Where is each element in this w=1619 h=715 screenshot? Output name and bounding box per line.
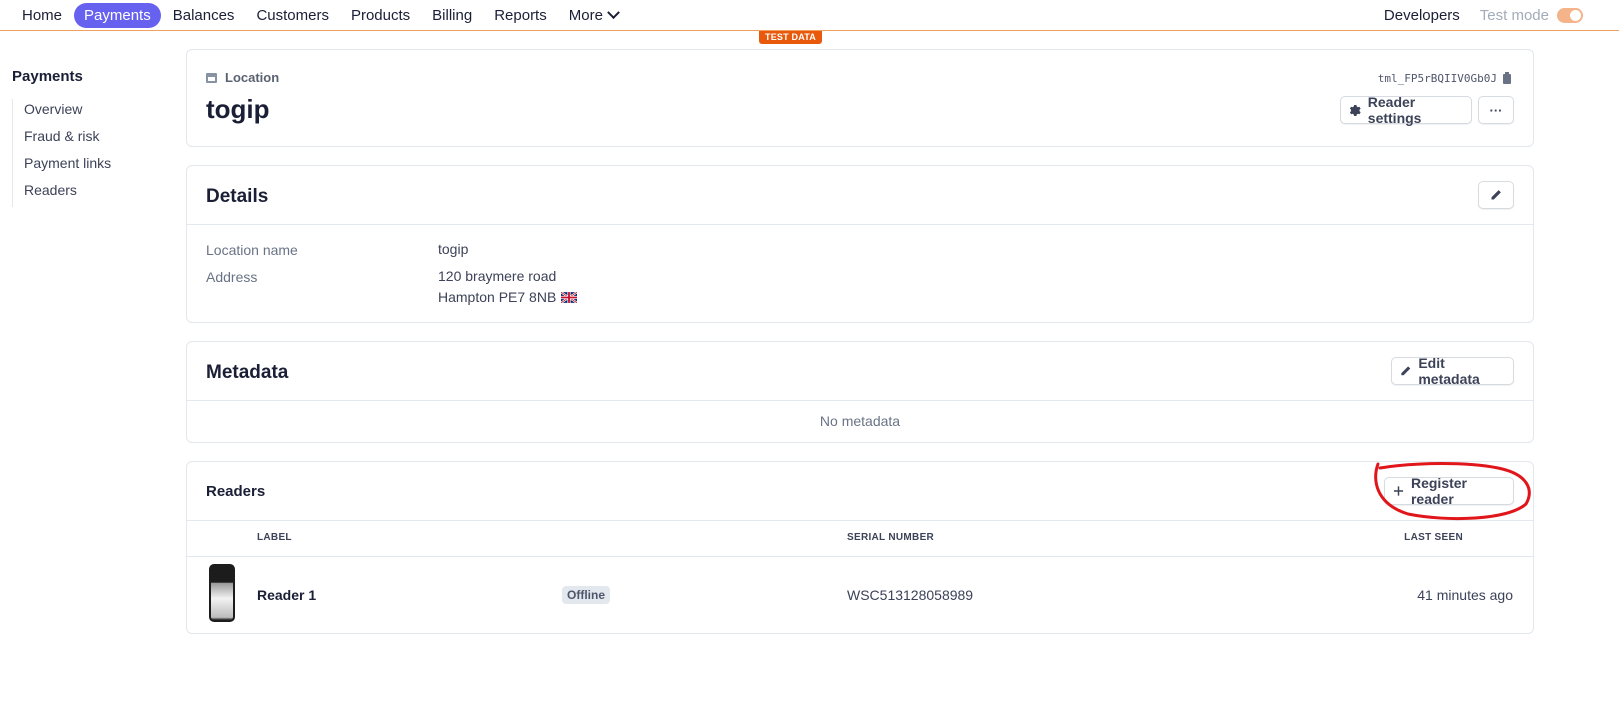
store-icon — [206, 72, 217, 83]
edit-metadata-button[interactable]: Edit metadata — [1391, 355, 1514, 387]
nav-right: Developers Test mode — [1384, 0, 1583, 31]
location-id: tml_FP5rBQIIV0Gb0J — [1377, 71, 1511, 85]
address-line-1: 120 braymere road — [438, 268, 557, 284]
developers-link[interactable]: Developers — [1384, 7, 1460, 24]
reader-serial: WSC513128058989 — [847, 587, 974, 603]
gear-icon — [1349, 104, 1361, 116]
sidebar-title: Payments — [12, 68, 83, 85]
nav-item-customers[interactable]: Customers — [246, 3, 339, 28]
nav-item-more[interactable]: More — [559, 3, 628, 28]
test-mode-toggle[interactable] — [1557, 8, 1583, 23]
nav-label: Customers — [256, 6, 329, 24]
sidebar-item-overview[interactable]: Overview — [24, 99, 172, 126]
sidebar-item-readers[interactable]: Readers — [24, 180, 172, 207]
reader-device-image — [209, 564, 235, 622]
more-actions-button[interactable]: ··· — [1478, 96, 1514, 124]
test-mode-label: Test mode — [1479, 7, 1549, 24]
test-data-badge: TEST DATA — [759, 31, 822, 44]
details-card: Details Location name togip Address 120 … — [186, 165, 1534, 323]
readers-title: Readers — [206, 483, 266, 500]
reader-label[interactable]: Reader 1 — [257, 587, 316, 603]
divider — [187, 556, 1533, 557]
ellipsis-icon: ··· — [1489, 102, 1503, 118]
location-name-label: Location name — [206, 242, 298, 258]
nav-item-balances[interactable]: Balances — [163, 3, 245, 28]
pencil-icon — [1401, 366, 1411, 376]
nav-item-reports[interactable]: Reports — [484, 3, 557, 28]
top-nav: Home Payments Balances Customers Product… — [0, 0, 1619, 31]
nav-items: Home Payments Balances Customers Product… — [12, 2, 628, 28]
readers-card: Readers Register reader LABEL SERIAL NUM… — [186, 461, 1534, 634]
uk-flag-icon — [561, 292, 578, 303]
divider — [187, 520, 1533, 521]
metadata-card: Metadata Edit metadata No metadata — [186, 341, 1534, 443]
nav-item-home[interactable]: Home — [12, 3, 72, 28]
address-line-2-text: Hampton PE7 8NB — [438, 289, 557, 305]
column-header-last-seen[interactable]: LAST SEEN — [1404, 532, 1463, 543]
reader-settings-label: Reader settings — [1367, 94, 1422, 126]
location-kind-label: Location — [225, 70, 280, 85]
divider — [187, 400, 1533, 401]
location-name-value: togip — [438, 241, 469, 257]
status-badge: Offline — [562, 586, 610, 604]
nav-item-products[interactable]: Products — [341, 3, 420, 28]
reader-settings-button[interactable]: Reader settings — [1340, 94, 1472, 126]
column-header-label[interactable]: LABEL — [257, 532, 292, 543]
address-value: 120 braymere road Hampton PE7 8NB — [438, 266, 578, 308]
test-mode-control: Test mode — [1480, 7, 1583, 24]
sidebar-list: Overview Fraud & risk Payment links Read… — [12, 99, 172, 207]
register-reader-button[interactable]: Register reader — [1384, 475, 1514, 507]
nav-item-billing[interactable]: Billing — [422, 3, 482, 28]
address-line-2: Hampton PE7 8NB — [438, 287, 578, 308]
nav-label: Home — [22, 6, 63, 24]
plus-icon — [1393, 486, 1404, 496]
page-title: togip — [206, 94, 270, 124]
nav-label: Products — [350, 6, 411, 24]
nav-label: More — [568, 6, 603, 24]
nav-item-payments[interactable]: Payments — [74, 2, 161, 28]
divider — [187, 224, 1533, 225]
edit-details-button[interactable] — [1478, 181, 1514, 209]
nav-label: Balances — [172, 6, 235, 24]
register-reader-label: Register reader — [1410, 475, 1468, 507]
nav-label: Payments — [84, 6, 151, 24]
nav-label: Reports — [494, 6, 547, 24]
location-kind: Location — [206, 70, 279, 85]
location-header-card: Location togip tml_FP5rBQIIV0Gb0J Reader… — [186, 49, 1534, 147]
address-label: Address — [206, 269, 258, 285]
metadata-empty-message: No metadata — [819, 413, 901, 429]
sidebar: Payments Overview Fraud & risk Payment l… — [12, 68, 172, 207]
reader-last-seen: 41 minutes ago — [1417, 587, 1513, 603]
pencil-icon — [1491, 190, 1501, 200]
nav-label: Billing — [432, 6, 473, 24]
details-title: Details — [206, 186, 269, 207]
edit-metadata-label: Edit metadata — [1418, 355, 1480, 387]
metadata-title: Metadata — [206, 362, 289, 383]
sidebar-item-fraud-risk[interactable]: Fraud & risk — [24, 126, 172, 153]
chevron-down-icon — [607, 5, 620, 19]
location-id-text: tml_FP5rBQIIV0Gb0J — [1377, 72, 1497, 85]
clipboard-icon[interactable] — [1503, 71, 1511, 84]
sidebar-item-payment-links[interactable]: Payment links — [24, 153, 172, 180]
column-header-serial[interactable]: SERIAL NUMBER — [847, 532, 934, 543]
